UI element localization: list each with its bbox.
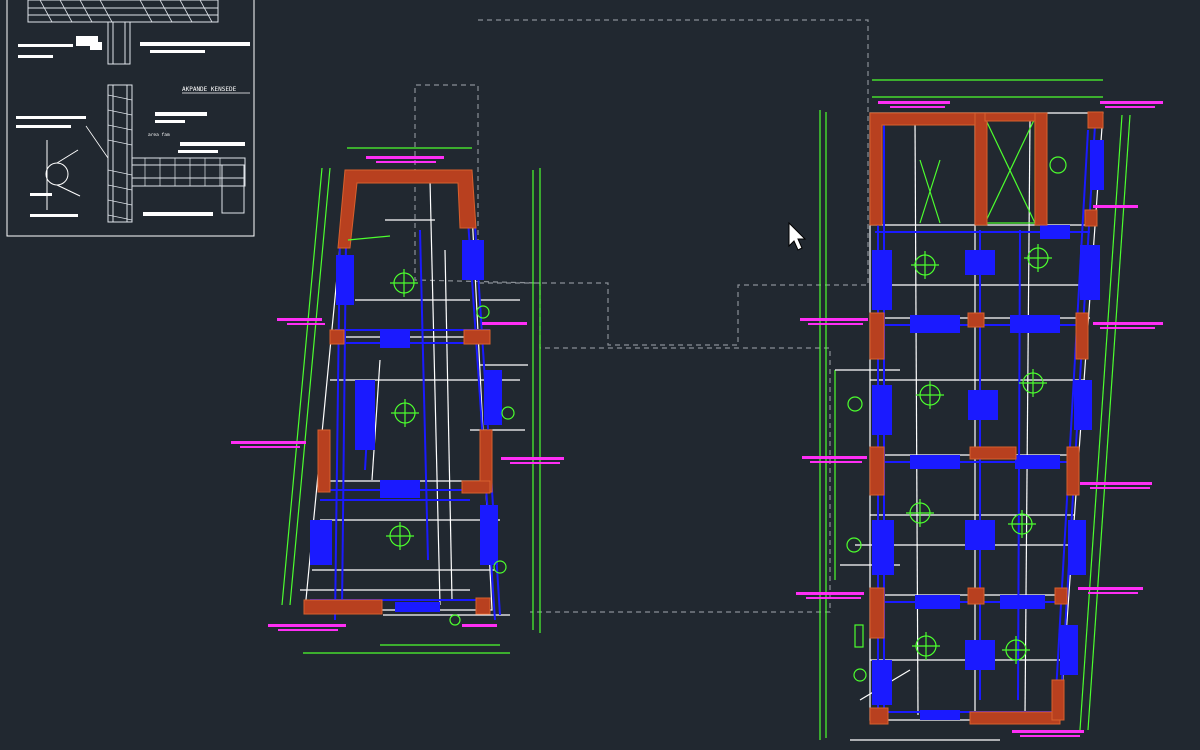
note-label: area fam <box>148 132 170 138</box>
floor-plan-left <box>231 147 564 654</box>
cad-model-viewport[interactable]: AKPANDE KENSEDE area fam <box>0 0 1200 750</box>
floor-plan-right <box>796 79 1163 741</box>
section-label: AKPANDE KENSEDE <box>182 86 237 93</box>
detail-sheet: AKPANDE KENSEDE area fam <box>6 0 255 237</box>
arrow-cursor-icon <box>788 221 807 251</box>
